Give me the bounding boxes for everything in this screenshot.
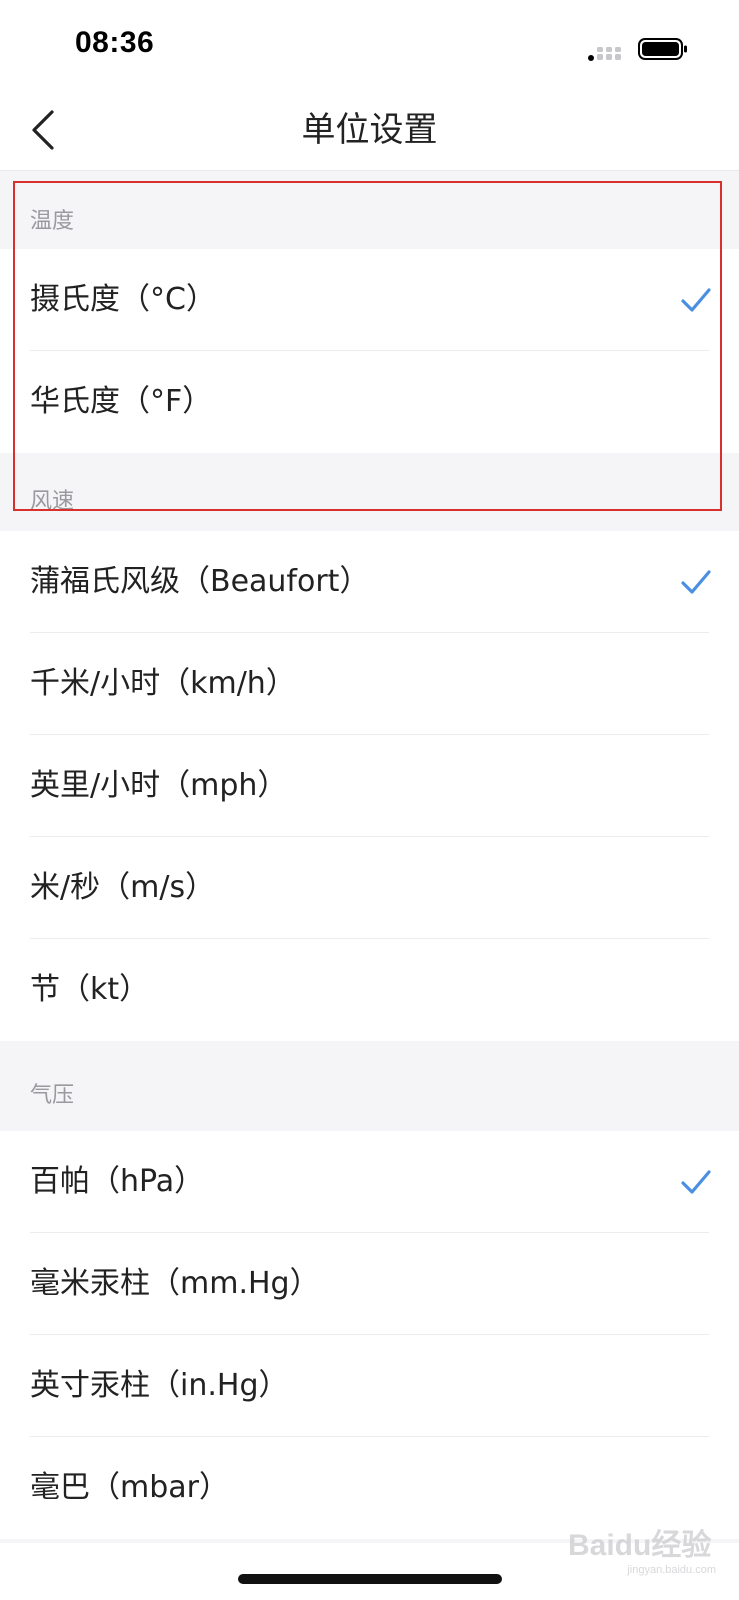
navigation-bar: 单位设置 xyxy=(0,90,739,171)
chevron-left-icon xyxy=(32,110,54,150)
unit-settings-screen: 08:36 单位设置 温度 摄氏度（°C） 华氏度（°F） 风速 蒲福氏风级（B… xyxy=(0,0,739,1600)
option-mbar[interactable]: 毫巴（mbar） xyxy=(0,1437,739,1539)
page-title: 单位设置 xyxy=(301,110,438,150)
option-hpa[interactable]: 百帕（hPa） xyxy=(0,1131,739,1233)
section-header-pressure: 气压 xyxy=(0,1041,739,1131)
option-label: 摄氏度（°C） xyxy=(30,282,216,317)
option-mmhg[interactable]: 毫米汞柱（mm.Hg） xyxy=(0,1233,739,1335)
option-label: 米/秒（m/s） xyxy=(30,870,216,905)
option-label: 华氏度（°F） xyxy=(30,384,213,419)
status-time: 08:36 xyxy=(75,26,155,59)
option-label: 毫米汞柱（mm.Hg） xyxy=(30,1266,320,1301)
option-beaufort[interactable]: 蒲福氏风级（Beaufort） xyxy=(0,531,739,633)
battery-icon xyxy=(638,38,687,60)
option-label: 百帕（hPa） xyxy=(30,1164,205,1199)
option-label: 千米/小时（km/h） xyxy=(30,666,296,701)
option-fahrenheit[interactable]: 华氏度（°F） xyxy=(0,351,739,453)
option-label: 英寸汞柱（in.Hg） xyxy=(30,1368,289,1403)
section-title-pressure: 气压 xyxy=(30,1083,75,1108)
section-header-temperature: 温度 xyxy=(0,171,739,249)
checkmark-icon xyxy=(681,570,711,594)
option-kt[interactable]: 节（kt） xyxy=(0,939,739,1041)
section-title-temperature: 温度 xyxy=(30,209,75,234)
option-label: 毫巴（mbar） xyxy=(30,1470,229,1505)
section-header-wind: 风速 xyxy=(0,453,739,531)
option-celsius[interactable]: 摄氏度（°C） xyxy=(0,249,739,351)
status-bar: 08:36 xyxy=(0,0,739,90)
option-label: 英里/小时（mph） xyxy=(30,768,288,803)
option-kmh[interactable]: 千米/小时（km/h） xyxy=(0,633,739,735)
option-inhg[interactable]: 英寸汞柱（in.Hg） xyxy=(0,1335,739,1437)
signal-icon xyxy=(588,47,621,61)
option-label: 节（kt） xyxy=(30,972,150,1007)
section-title-wind: 风速 xyxy=(30,489,75,514)
back-button[interactable] xyxy=(24,106,68,154)
checkmark-icon xyxy=(681,1170,711,1194)
checkmark-icon xyxy=(681,288,711,312)
option-mph[interactable]: 英里/小时（mph） xyxy=(0,735,739,837)
option-label: 蒲福氏风级（Beaufort） xyxy=(30,564,370,599)
home-indicator[interactable] xyxy=(238,1574,502,1584)
next-section-peek xyxy=(0,1543,739,1600)
option-ms[interactable]: 米/秒（m/s） xyxy=(0,837,739,939)
